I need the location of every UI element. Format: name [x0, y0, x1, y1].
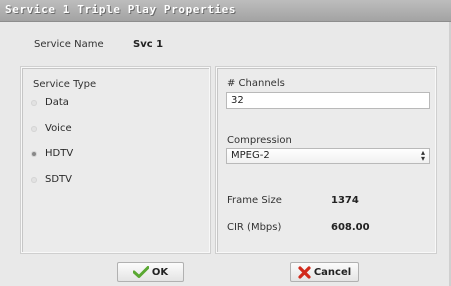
radio-data[interactable]: Data	[31, 97, 69, 108]
cir-value: 608.00	[331, 222, 370, 233]
cancel-button[interactable]: Cancel	[290, 262, 359, 282]
dialog: Service 1 Triple Play Properties Service…	[0, 0, 451, 286]
radio-hdtv-label: HDTV	[45, 148, 74, 159]
radio-button-selected-icon	[31, 150, 37, 157]
up-down-arrows-icon: ▴ ▾	[420, 148, 425, 163]
channels-input[interactable]: 32	[226, 92, 430, 109]
compression-label: Compression	[227, 135, 292, 146]
ok-button[interactable]: OK	[117, 262, 184, 282]
properties-group: # Channels 32 Compression MPEG-2 ▴ ▾ Fram…	[216, 67, 436, 253]
radio-voice[interactable]: Voice	[31, 123, 72, 134]
service-name-value: Svc 1	[133, 39, 164, 50]
radio-sdtv-label: SDTV	[45, 174, 72, 185]
frame-size-label: Frame Size	[227, 195, 282, 206]
cir-label: CIR (Mbps)	[227, 222, 282, 233]
title-bar[interactable]: Service 1 Triple Play Properties	[0, 0, 451, 22]
radio-button-icon	[31, 176, 37, 183]
ok-button-label: OK	[151, 266, 169, 278]
x-icon	[298, 265, 311, 279]
channels-label: # Channels	[227, 78, 285, 89]
radio-voice-label: Voice	[45, 123, 72, 134]
compression-select[interactable]: MPEG-2 ▴ ▾	[226, 148, 430, 164]
service-name-label: Service Name	[34, 39, 104, 50]
radio-button-icon	[31, 125, 37, 132]
compression-value: MPEG-2	[231, 150, 270, 161]
service-type-label: Service Type	[33, 79, 97, 90]
radio-button-icon	[31, 99, 37, 106]
cancel-button-label: Cancel	[313, 266, 352, 278]
radio-sdtv[interactable]: SDTV	[31, 174, 72, 185]
frame-size-value: 1374	[331, 195, 359, 206]
dialog-title: Service 1 Triple Play Properties	[5, 3, 237, 16]
service-type-group: Service Type Data Voice HDTV SDTV	[21, 67, 210, 253]
checkmark-icon	[132, 266, 149, 278]
radio-data-label: Data	[45, 97, 69, 108]
radio-hdtv[interactable]: HDTV	[31, 148, 73, 159]
